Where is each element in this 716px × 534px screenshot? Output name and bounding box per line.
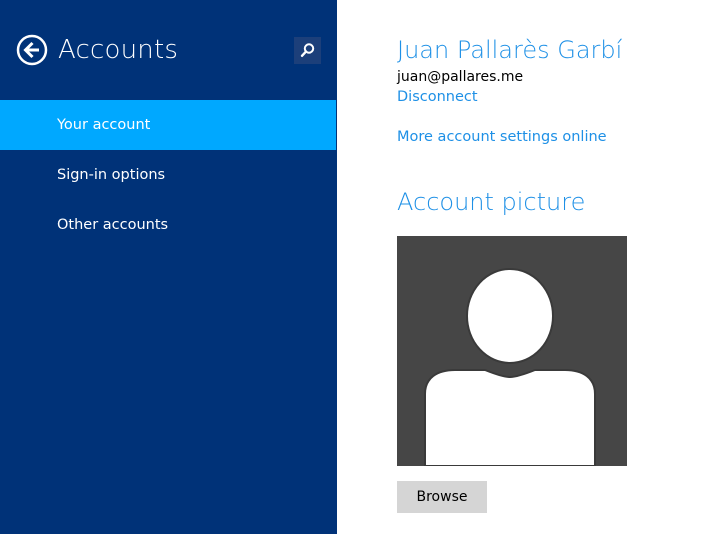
- sidebar-item-label: Sign-in options: [57, 167, 166, 183]
- account-picture-heading: Account picture: [397, 188, 586, 216]
- search-button[interactable]: [294, 37, 321, 64]
- back-button[interactable]: [16, 34, 48, 66]
- more-account-settings-link[interactable]: More account settings online: [397, 128, 607, 146]
- user-name: Juan Pallarès Garbí: [397, 36, 623, 64]
- settings-window: Accounts Your account Sign-in options Ot…: [0, 0, 716, 534]
- sidebar: Accounts Your account Sign-in options Ot…: [0, 0, 337, 534]
- sidebar-item-your-account[interactable]: Your account: [0, 100, 336, 150]
- sidebar-item-sign-in-options[interactable]: Sign-in options: [0, 150, 337, 200]
- account-picture: [397, 236, 627, 467]
- sidebar-item-other-accounts[interactable]: Other accounts: [0, 200, 337, 250]
- user-silhouette-icon: [424, 268, 596, 467]
- search-icon: [300, 43, 315, 58]
- user-email: juan@pallares.me: [397, 69, 524, 85]
- sidebar-item-label: Other accounts: [57, 217, 169, 233]
- disconnect-link[interactable]: Disconnect: [397, 88, 478, 106]
- back-arrow-icon: [16, 34, 48, 66]
- page-title: Accounts: [58, 35, 179, 65]
- browse-button[interactable]: Browse: [397, 481, 487, 513]
- sidebar-item-label: Your account: [57, 117, 151, 133]
- sidebar-nav: Your account Sign-in options Other accou…: [0, 100, 337, 250]
